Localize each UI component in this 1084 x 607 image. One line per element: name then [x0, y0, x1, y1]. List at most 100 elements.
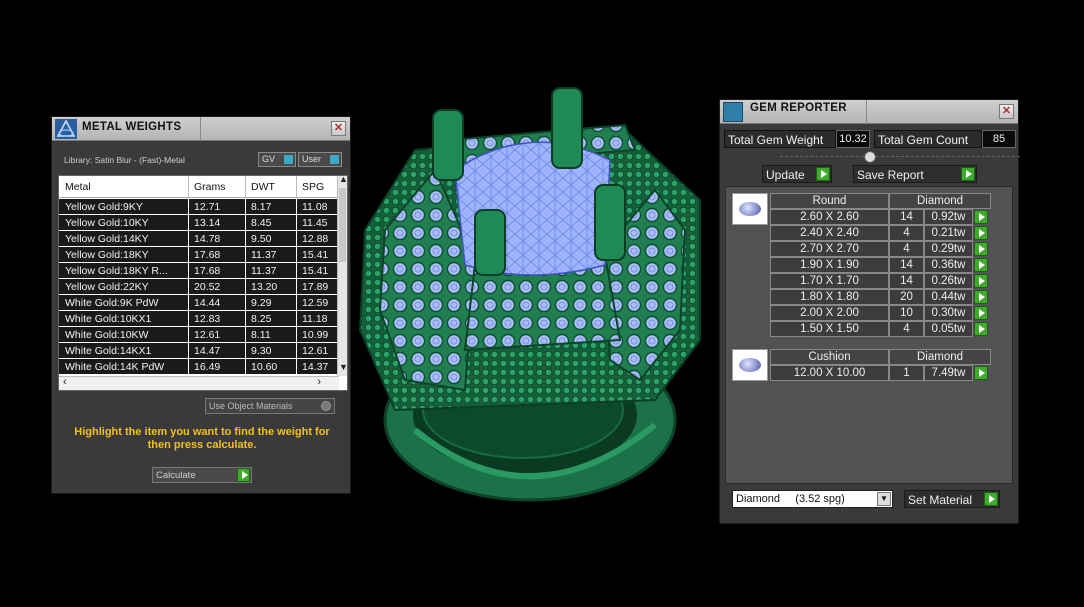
table-row[interactable]: Yellow Gold:18KY R... 17.68 11.37 15.41	[59, 263, 339, 279]
titlebar-divider	[866, 100, 867, 124]
gem-weight-cell: 7.49tw	[924, 365, 973, 381]
select-gem-arrow-icon[interactable]	[974, 290, 988, 304]
ring-3d-viewport[interactable]	[355, 80, 715, 530]
cell-divider	[188, 247, 189, 263]
vertical-scrollbar[interactable]: ▲ ▼	[337, 176, 347, 376]
column-divider	[188, 176, 189, 198]
cell-divider	[296, 199, 297, 215]
column-divider	[245, 176, 246, 198]
set-material-button[interactable]: Set Material	[904, 490, 1000, 508]
play-arrow-icon	[984, 492, 998, 506]
select-gem-arrow-icon[interactable]	[974, 274, 988, 288]
column-header-metal[interactable]: Metal	[65, 181, 91, 193]
gem-weight-cell: 0.26tw	[924, 273, 973, 289]
dwt-cell: 10.60	[251, 361, 278, 373]
update-button[interactable]: Update	[762, 165, 832, 183]
cell-divider	[188, 263, 189, 279]
gem-reporter-close-icon[interactable]: ✕	[999, 104, 1014, 119]
use-object-materials-toggle[interactable]: Use Object Materials	[205, 398, 335, 414]
cell-divider	[296, 215, 297, 231]
spg-cell: 12.61	[302, 345, 329, 357]
gem-shape-icon[interactable]	[732, 349, 768, 381]
grams-cell: 20.52	[194, 281, 221, 293]
cell-divider	[296, 327, 297, 343]
cell-divider	[296, 295, 297, 311]
calculate-button[interactable]: Calculate	[152, 467, 252, 483]
cell-divider	[188, 199, 189, 215]
scroll-up-icon[interactable]: ▲	[339, 176, 347, 184]
gem-reporter-titlebar[interactable]: GEM REPORTER ✕	[720, 100, 1018, 124]
spg-cell: 15.41	[302, 249, 329, 261]
metal-weights-close-icon[interactable]: ✕	[331, 121, 346, 136]
cell-divider	[296, 359, 297, 375]
horizontal-scrollbar[interactable]: ‹ ›	[59, 376, 339, 390]
gem-weight-cell: 0.92tw	[924, 209, 973, 225]
table-row[interactable]: Yellow Gold:10KY 13.14 8.45 11.45	[59, 215, 339, 231]
select-gem-arrow-icon[interactable]	[974, 210, 988, 224]
metal-weights-titlebar[interactable]: METAL WEIGHTS ✕	[52, 117, 350, 141]
table-row[interactable]: Yellow Gold:14KY 14.78 9.50 12.88	[59, 231, 339, 247]
table-row[interactable]: White Gold:14KX1 14.47 9.30 12.61	[59, 343, 339, 359]
select-gem-arrow-icon[interactable]	[974, 322, 988, 336]
chevron-down-icon[interactable]: ▼	[877, 492, 891, 506]
column-header-spg[interactable]: SPG	[302, 181, 338, 193]
grams-cell: 14.44	[194, 297, 221, 309]
table-row[interactable]: White Gold:9K PdW 14.44 9.29 12.59	[59, 295, 339, 311]
metal-name-cell: White Gold:14KX1	[65, 345, 152, 357]
spg-cell: 11.18	[302, 313, 328, 325]
gem-count-cell: 4	[889, 321, 924, 337]
cell-divider	[296, 343, 297, 359]
table-row[interactable]: Yellow Gold:22KY 20.52 13.20 17.89	[59, 279, 339, 295]
cell-divider	[245, 343, 246, 359]
cell-divider	[188, 279, 189, 295]
splitter-handle-icon[interactable]	[864, 151, 876, 163]
table-row[interactable]: Yellow Gold:18KY 17.68 11.37 15.41	[59, 247, 339, 263]
user-toggle-indicator-icon	[330, 155, 339, 164]
column-header-dwt[interactable]: DWT	[251, 181, 275, 193]
gem-list: Round Diamond 2.60 X 2.60 14 0.92tw 2.40 X 2.…	[725, 186, 1013, 484]
select-gem-arrow-icon[interactable]	[974, 366, 988, 380]
spg-cell: 14.37	[302, 361, 329, 373]
dwt-cell: 8.11	[251, 329, 271, 341]
table-row[interactable]: White Gold:14K PdW 16.49 10.60 14.37	[59, 359, 339, 375]
scroll-left-icon[interactable]: ‹	[63, 376, 67, 388]
table-row[interactable]: White Gold:10KW 12.61 8.11 10.99	[59, 327, 339, 343]
gv-toggle[interactable]: GV	[258, 152, 296, 167]
metal-name-cell: Yellow Gold:14KY	[65, 233, 149, 245]
cell-divider	[245, 359, 246, 375]
gem-weight-cell: 0.30tw	[924, 305, 973, 321]
select-gem-arrow-icon[interactable]	[974, 242, 988, 256]
spg-cell: 10.99	[302, 329, 329, 341]
metal-name-cell: White Gold:14K PdW	[65, 361, 165, 373]
material-select[interactable]: Diamond (3.52 spg) ▼	[732, 490, 893, 508]
metal-weights-rows: Yellow Gold:9KY 12.71 8.17 11.08 Yellow Gold…	[59, 199, 339, 375]
cell-divider	[245, 231, 246, 247]
metal-weights-panel: METAL WEIGHTS ✕ Library: Satin Blur - (F…	[51, 116, 351, 494]
gem-weight-cell: 0.21tw	[924, 225, 973, 241]
column-header-grams[interactable]: Grams	[194, 181, 226, 193]
metal-name-cell: Yellow Gold:18KY R...	[65, 265, 168, 277]
metal-weights-title: METAL WEIGHTS	[82, 121, 182, 133]
select-gem-arrow-icon[interactable]	[974, 258, 988, 272]
table-row[interactable]: White Gold:10KX1 12.83 8.25 11.18	[59, 311, 339, 327]
select-gem-arrow-icon[interactable]	[974, 306, 988, 320]
grams-cell: 14.78	[194, 233, 221, 245]
spg-cell: 15.41	[302, 265, 329, 277]
scroll-right-icon[interactable]: ›	[317, 376, 321, 388]
cell-divider	[188, 359, 189, 375]
gem-count-cell: 4	[889, 241, 924, 257]
column-divider	[296, 176, 297, 198]
user-toggle[interactable]: User	[298, 152, 342, 167]
gem-shape-icon[interactable]	[732, 193, 768, 225]
dwt-cell: 9.29	[251, 297, 272, 309]
gem-size-cell: 1.50 X 1.50	[770, 321, 889, 337]
cell-divider	[245, 327, 246, 343]
select-gem-arrow-icon[interactable]	[974, 226, 988, 240]
table-row[interactable]: Yellow Gold:9KY 12.71 8.17 11.08	[59, 199, 339, 215]
cell-divider	[245, 263, 246, 279]
scroll-thumb[interactable]	[339, 188, 346, 262]
scroll-down-icon[interactable]: ▼	[339, 362, 347, 372]
cell-divider	[245, 247, 246, 263]
cell-divider	[296, 247, 297, 263]
save-report-button[interactable]: Save Report	[853, 165, 977, 183]
